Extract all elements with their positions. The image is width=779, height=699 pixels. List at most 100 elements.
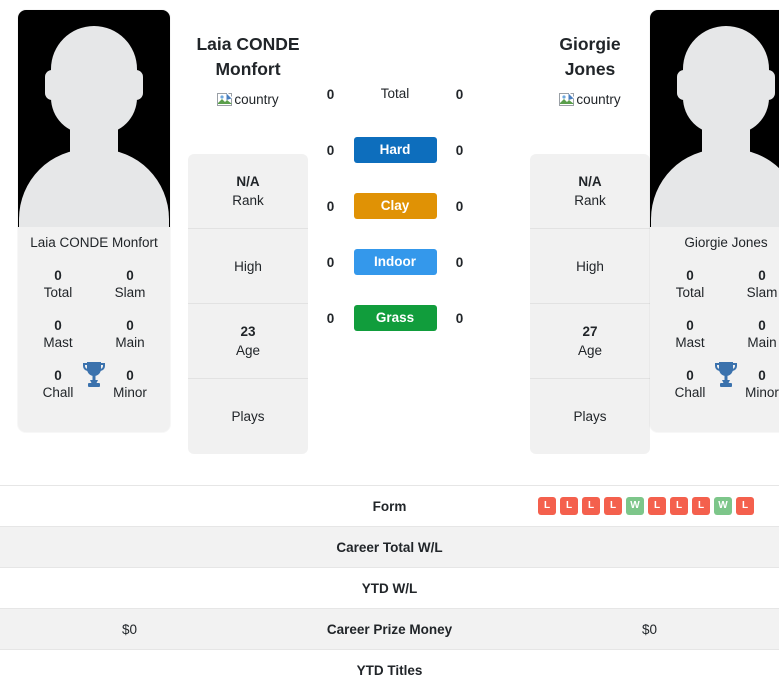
info-value: N/A [236,174,260,189]
silhouette-head-icon [51,26,137,134]
stat-value: 0 [126,368,134,383]
player-name-line1: Giorgie [559,34,621,54]
trophy-icon [715,362,737,387]
stat-label: Main [747,335,777,350]
country-alt-text-right: country [576,92,621,107]
info-row-rank-left: N/A Rank [188,154,308,229]
stat-value: 0 [686,318,694,333]
country-flag-broken-image-left: country [217,92,279,108]
silhouette-head-icon [683,26,769,134]
stat-label: Mast [675,335,705,350]
career-prize-money-right: $0 [641,621,658,637]
stat-label: Slam [746,285,778,300]
row-label-ytd-wl: YTD W/L [361,580,418,596]
compare-header: Laia CONDE Monfort 0 Total 0 Slam 0 Mast… [0,0,779,480]
info-label: Age [235,343,261,358]
row-label-form: Form [372,498,407,514]
form-cell-right: LLLLWLLLWL [520,486,779,527]
title-stat-main-left: 0 Main [94,310,166,360]
surface-count-right: 0 [455,254,464,270]
form-chip-7: L [670,497,688,515]
info-label: Plays [231,409,265,424]
stat-value: 0 [54,318,62,333]
form-chip-4: L [604,497,622,515]
form-chip-3: L [582,497,600,515]
player-card-left[interactable]: Laia CONDE Monfort 0 Total 0 Slam 0 Mast… [18,10,170,432]
info-row-plays-right: Plays [530,379,650,454]
table-row-career-prize-money: $0 Career Prize Money $0 [0,608,779,650]
trophy-icon [83,362,105,387]
form-chip-10: L [736,497,754,515]
surface-badge-hard: Hard [353,137,437,163]
title-stat-total-right: 0 Total [654,260,726,310]
stat-label: Total [43,285,73,300]
stat-label: Mast [43,335,73,350]
surface-count-right: 0 [455,198,464,214]
surface-row-clay: 0 Clay 0 [322,178,468,234]
surface-count-left: 0 [326,310,335,326]
player-name-heading-left: Laia CONDE Monfort [188,10,308,82]
info-row-age-right: 27 Age [530,304,650,379]
surface-titles-column: 0 Total 0 0 Hard 0 0 Clay 0 0 Indoor 0 0 [322,10,468,346]
form-chip-6: L [648,497,666,515]
info-value: N/A [578,174,602,189]
stat-value: 0 [686,268,694,283]
ytd-titles-left [0,650,259,691]
title-stat-total-left: 0 Total [22,260,94,310]
surface-count-right: 0 [455,86,464,102]
player-card-right[interactable]: Giorgie Jones 0 Total 0 Slam 0 Mast 0 Ma… [650,10,779,432]
surface-count-left: 0 [326,198,335,214]
surface-badge-grass: Grass [353,305,437,331]
player-info-column-left: Laia CONDE Monfort country N/A Rank High… [188,10,308,454]
surface-count-right: 0 [455,142,464,158]
row-label-career-prize-money: Career Prize Money [326,621,453,637]
surface-row-total: 0 Total 0 [322,66,468,122]
surface-count-left: 0 [326,86,335,102]
stat-value: 0 [54,268,62,283]
info-row-high-right: High [530,229,650,304]
info-row-high-left: High [188,229,308,304]
info-row-plays-left: Plays [188,379,308,454]
surface-badge-indoor: Indoor [353,249,437,275]
info-label: Plays [573,409,607,424]
info-row-age-left: 23 Age [188,304,308,379]
surface-badge-clay: Clay [353,193,437,219]
stat-label: Slam [114,285,146,300]
form-cell-left [0,486,259,527]
stat-value: 0 [126,318,134,333]
form-strip: LLLLWLLLWL [526,497,773,515]
surface-count-left: 0 [326,142,335,158]
title-stat-slam-left: 0 Slam [94,260,166,310]
country-flag-broken-image-right: country [559,92,621,108]
broken-image-icon [217,92,234,108]
player-info-column-right: Giorgie Jones country N/A Rank High 27 A… [530,10,650,454]
country-alt-text-left: country [234,92,279,107]
info-label: Rank [574,193,606,208]
table-row-form: Form LLLLWLLLWL [0,485,779,527]
table-row-career-total-wl: Career Total W/L [0,526,779,568]
form-chip-2: L [560,497,578,515]
title-stat-mast-right: 0 Mast [654,310,726,360]
stat-value: 0 [126,268,134,283]
titles-grid-right: 0 Total 0 Slam 0 Mast 0 Main 0 Chall 0 M… [650,260,779,432]
comparison-table: Form LLLLWLLLWL Career Total W/L YTD W/L… [0,485,779,691]
player-comparison-page: Laia CONDE Monfort 0 Total 0 Slam 0 Mast… [0,0,779,699]
form-chip-8: L [692,497,710,515]
row-label-career-total-wl: Career Total W/L [336,539,443,555]
player-info-card-left: N/A Rank High 23 Age Plays [188,154,308,454]
surface-row-indoor: 0 Indoor 0 [322,234,468,290]
ytd-wl-right [520,568,779,609]
stat-label: Main [115,335,145,350]
titles-grid-left: 0 Total 0 Slam 0 Mast 0 Main 0 Chall 0 M… [18,260,170,432]
title-stat-main-right: 0 Main [726,310,779,360]
career-total-wl-right [520,527,779,568]
player-photo-right [650,10,779,227]
title-stat-mast-left: 0 Mast [22,310,94,360]
stat-label: Minor [113,385,147,400]
surface-count-left: 0 [326,254,335,270]
row-label-ytd-titles: YTD Titles [356,662,423,678]
form-chip-5: W [626,497,644,515]
ytd-wl-left [0,568,259,609]
player-photo-left [18,10,170,227]
info-value: 23 [240,324,256,339]
